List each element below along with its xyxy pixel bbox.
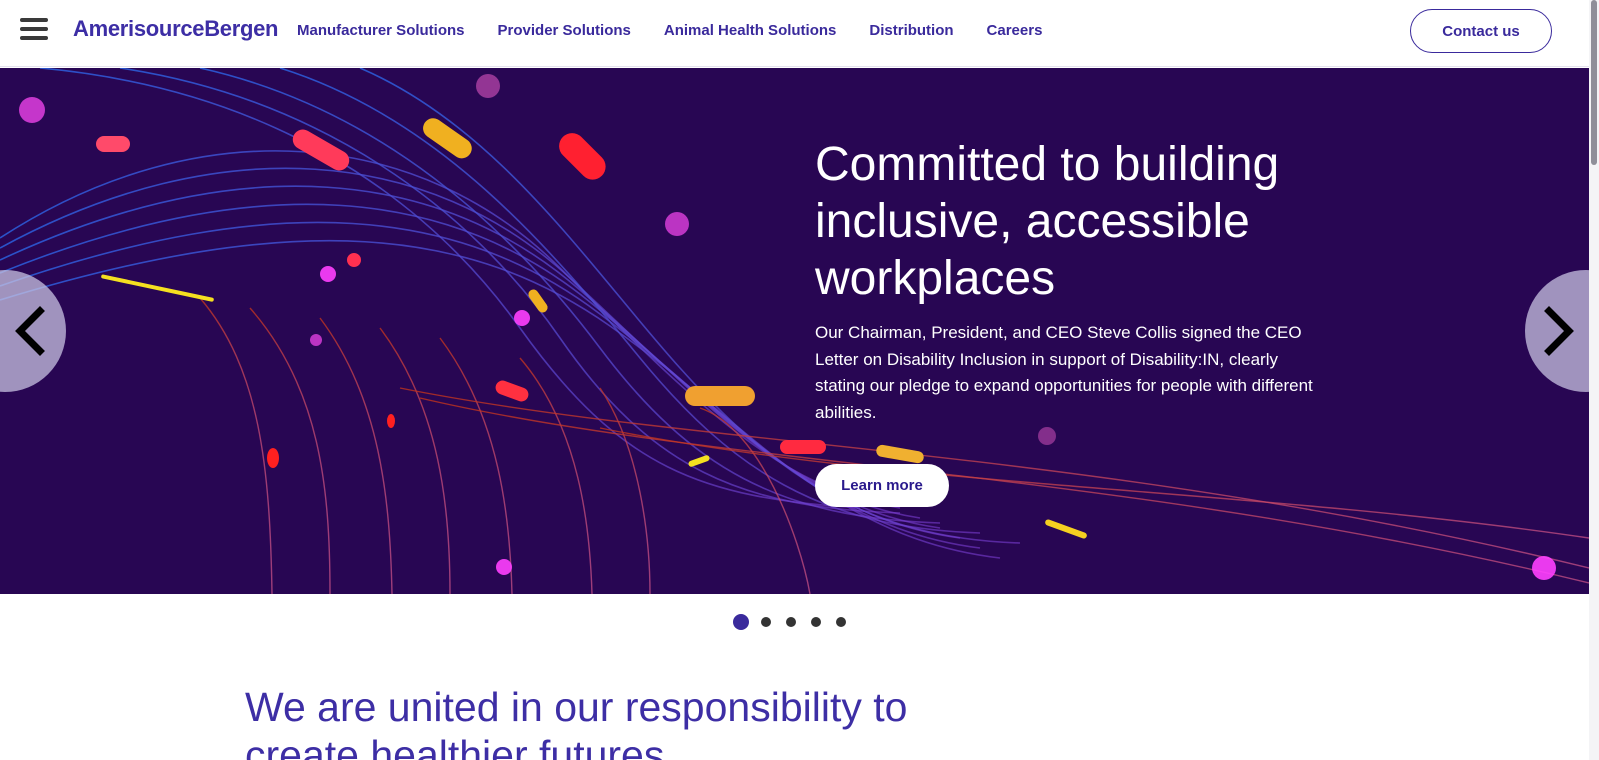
mission-headline: We are united in our responsibility to c… — [245, 684, 908, 760]
hero-carousel: Committed to building inclusive, accessi… — [0, 68, 1589, 594]
nav-distribution[interactable]: Distribution — [869, 22, 953, 39]
hero-description: Our Chairman, President, and CEO Steve C… — [815, 323, 1313, 422]
carousel-pagination — [733, 614, 861, 630]
carousel-dot-2[interactable] — [761, 617, 771, 627]
chevron-right-icon — [1544, 306, 1574, 356]
site-header: AmerisourceBergen Manufacturer Solutions… — [0, 0, 1599, 67]
carousel-dot-4[interactable] — [811, 617, 821, 627]
hero-title: Committed to building inclusive, accessi… — [815, 138, 1280, 305]
hamburger-icon[interactable] — [20, 18, 48, 42]
carousel-dot-1[interactable] — [733, 614, 749, 630]
nav-careers[interactable]: Careers — [987, 22, 1043, 39]
carousel-dot-5[interactable] — [836, 617, 846, 627]
chevron-left-icon — [15, 306, 45, 356]
scrollbar-thumb[interactable] — [1591, 0, 1597, 165]
contact-us-button[interactable]: Contact us — [1410, 9, 1552, 53]
nav-animal-health-solutions[interactable]: Animal Health Solutions — [664, 22, 837, 39]
carousel-dot-3[interactable] — [786, 617, 796, 627]
nav-manufacturer-solutions[interactable]: Manufacturer Solutions — [297, 22, 465, 39]
learn-more-button[interactable]: Learn more — [815, 464, 949, 507]
nav-provider-solutions[interactable]: Provider Solutions — [498, 22, 631, 39]
site-logo[interactable]: AmerisourceBergen — [73, 16, 279, 42]
main-nav: Manufacturer Solutions Provider Solution… — [297, 22, 1042, 39]
